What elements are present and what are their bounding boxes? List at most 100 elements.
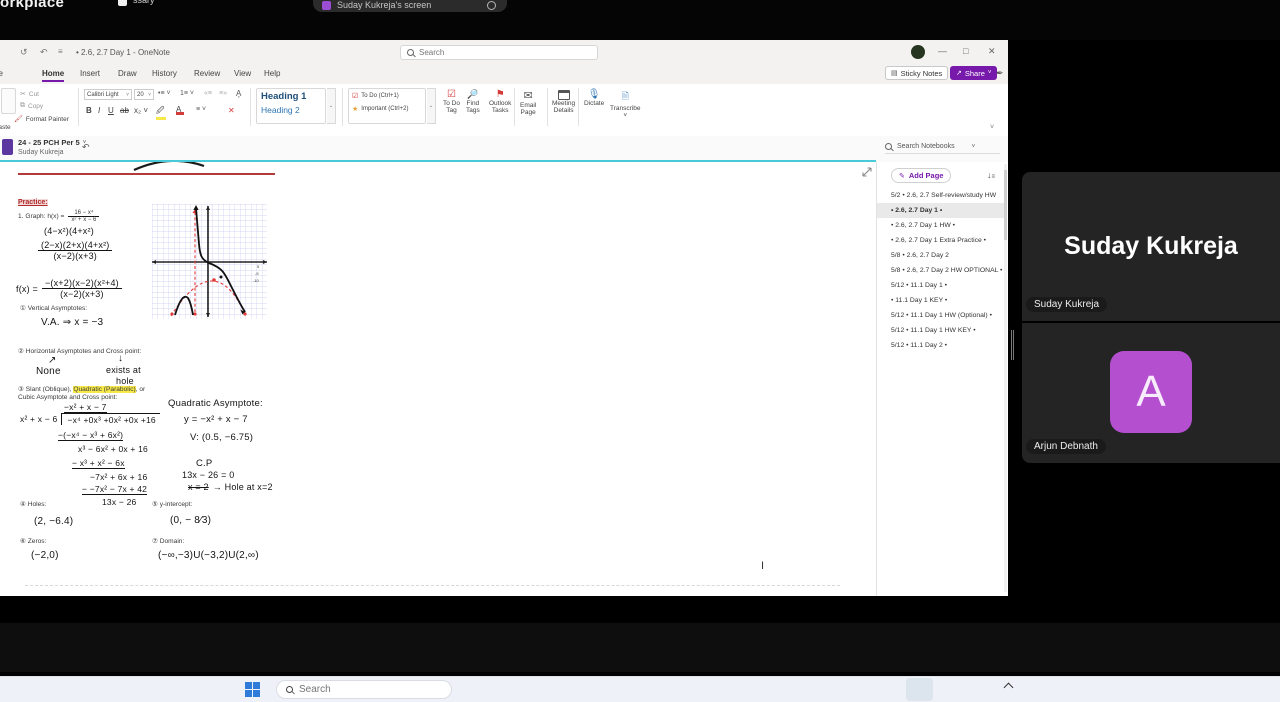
- undo-icon[interactable]: ↶: [40, 47, 48, 58]
- notebook-selector[interactable]: 24 - 25 PCH Per 5 ˅: [18, 138, 86, 147]
- page-canvas[interactable]: Practice: 1. Graph: h(x) = 16 − x⁴ x² + …: [0, 162, 876, 596]
- page-list-item[interactable]: 5/12 • 11.1 Day 1 •: [877, 278, 1005, 293]
- dictate-mic-icon: 🎙: [587, 89, 601, 100]
- font-color-button[interactable]: A: [176, 105, 184, 115]
- search-notebooks[interactable]: Search Notebooks ˅: [885, 140, 1000, 154]
- delete-button[interactable]: ✕: [228, 106, 235, 115]
- font-family-select[interactable]: Calibri Light ˅: [84, 89, 132, 100]
- pages-scrollbar[interactable]: [1004, 164, 1007, 592]
- menu-help[interactable]: Help: [264, 69, 280, 78]
- page-list-item[interactable]: 5/8 • 2.6, 2.7 Day 2: [877, 248, 1005, 263]
- strikethrough-button[interactable]: ab: [120, 106, 129, 115]
- tag-important[interactable]: ★ Important (Ctrl+2): [349, 100, 425, 113]
- styles-gallery[interactable]: Heading 1 Heading 2: [256, 88, 326, 124]
- page-list-item[interactable]: 5/12 • 11.1 Day 1 HW KEY •: [877, 323, 1005, 338]
- menu-review[interactable]: Review: [194, 69, 220, 78]
- maximize-button[interactable]: □: [963, 46, 968, 56]
- participants-panel: Suday Kukreja Suday Kukreja A Arjun Debn…: [1010, 40, 1280, 622]
- sort-pages-icon[interactable]: ↓≡: [987, 170, 995, 180]
- subscript-button[interactable]: x₂ ˅: [134, 106, 148, 115]
- find-tags-button[interactable]: 🔎 Find Tags: [466, 89, 480, 114]
- notebook-icon: [2, 139, 13, 155]
- menu-icon[interactable]: ≡: [58, 47, 63, 56]
- menu-insert[interactable]: Insert: [80, 69, 100, 78]
- important-star-icon: ★: [352, 106, 359, 113]
- font-size-select[interactable]: 20 ˅: [134, 89, 154, 100]
- menu-view[interactable]: View: [234, 69, 251, 78]
- search-input[interactable]: [419, 48, 569, 57]
- page-list-item[interactable]: • 11.1 Day 1 KEY •: [877, 293, 1005, 308]
- tray-chevron-icon[interactable]: [1003, 682, 1014, 693]
- bullets-button[interactable]: •≡ ˅: [158, 90, 171, 97]
- page-list-item[interactable]: 5/12 • 11.1 Day 2 •: [877, 338, 1005, 353]
- section-7-header: ⑦ Domain:: [152, 538, 185, 545]
- panel-resize-handle[interactable]: [1011, 330, 1014, 360]
- menu-home[interactable]: Home: [42, 69, 65, 82]
- indent-button[interactable]: ≡»: [219, 90, 227, 97]
- expand-page-icon[interactable]: [862, 167, 872, 177]
- sticky-notes-button[interactable]: ▤ Sticky Notes: [885, 66, 949, 80]
- page-list-item[interactable]: 5/12 • 11.1 Day 1 HW (Optional) •: [877, 308, 1005, 323]
- zoom-app-active-highlight[interactable]: [906, 678, 933, 701]
- start-button[interactable]: [245, 682, 260, 697]
- page-list-item[interactable]: • 2.6, 2.7 Day 1 HW •: [877, 218, 1005, 233]
- page-list-item-selected[interactable]: • 2.6, 2.7 Day 1 •: [877, 203, 1005, 218]
- transcribe-button[interactable]: 🗎 Transcribe ˅: [610, 89, 640, 119]
- zeros-answer: (−2,0): [31, 550, 59, 561]
- tab-title[interactable]: ssary: [133, 0, 155, 5]
- account-avatar[interactable]: [911, 45, 925, 59]
- minimize-button[interactable]: —: [938, 46, 947, 56]
- email-page-button[interactable]: ✉ Email Page: [520, 89, 536, 116]
- tab-icon[interactable]: [118, 0, 127, 6]
- bold-button[interactable]: B: [86, 106, 92, 115]
- viewing-screen-banner[interactable]: Suday Kukreja's screen: [313, 0, 507, 12]
- outlook-tasks-button[interactable]: ⚑ Outlook Tasks: [489, 89, 511, 114]
- titlebar-search[interactable]: [400, 45, 598, 60]
- heading1-style[interactable]: Heading 1: [257, 89, 325, 102]
- pages-panel: ✎ Add Page ↓≡ 5/2 • 2.6, 2.7 Self-review…: [876, 162, 1008, 596]
- todo-tag-button[interactable]: ☑ To Do Tag: [443, 89, 460, 114]
- clear-formatting-button[interactable]: Ḁ: [236, 89, 241, 98]
- ribbon-collapse-icon[interactable]: ˅: [990, 124, 994, 131]
- feedback-pen-icon[interactable]: ✒: [996, 68, 1004, 79]
- align-button[interactable]: ≡ ˅: [196, 106, 206, 113]
- work-line-2: (2−x)(2+x)(4+x²) (x−2)(x+3): [38, 240, 113, 261]
- format-painter-button[interactable]: 🖌 Format Painter: [14, 115, 69, 124]
- video-tile-participant[interactable]: A Arjun Debnath: [1022, 323, 1280, 463]
- italic-button[interactable]: I: [98, 106, 100, 115]
- numbering-button[interactable]: 1≡ ˅: [180, 90, 194, 97]
- share-button[interactable]: ↗ Share ˅: [950, 66, 998, 80]
- close-button[interactable]: ✕: [988, 46, 996, 57]
- timer-icon[interactable]: [487, 1, 496, 10]
- styles-scroll[interactable]: ⌄: [327, 88, 336, 124]
- heading2-style[interactable]: Heading 2: [257, 102, 325, 115]
- highlight-button[interactable]: 🖉: [156, 105, 166, 120]
- email-icon: ✉: [523, 90, 533, 102]
- page-list-item[interactable]: • 2.6, 2.7 Day 1 Extra Practice •: [877, 233, 1005, 248]
- paste-button[interactable]: [1, 88, 16, 114]
- outdent-button[interactable]: «≡: [204, 90, 212, 97]
- menu-file[interactable]: File: [0, 69, 10, 78]
- taskbar-search[interactable]: [276, 680, 452, 699]
- underline-button[interactable]: U: [108, 106, 114, 115]
- add-page-button[interactable]: ✎ Add Page: [891, 168, 952, 183]
- sync-icon[interactable]: ↺: [20, 47, 28, 58]
- video-tile-speaker[interactable]: Suday Kukreja Suday Kukreja: [1022, 172, 1280, 321]
- taskbar-search-input[interactable]: [299, 684, 419, 695]
- tag-todo[interactable]: ☑ To Do (Ctrl+1): [349, 89, 425, 100]
- meeting-details-button[interactable]: Meeting Details: [552, 90, 575, 114]
- tags-scroll[interactable]: ⌄: [427, 88, 436, 124]
- page-list-item[interactable]: 5/8 • 2.6, 2.7 Day 2 HW OPTIONAL •: [877, 263, 1005, 278]
- sticky-notes-icon: ▤: [891, 70, 898, 77]
- dictate-button[interactable]: 🎙 Dictate: [584, 89, 604, 107]
- zoom-toolbar: Audio Video 2 Participants Chat: [0, 622, 1280, 672]
- cut-button[interactable]: ✂ Cut: [20, 90, 39, 99]
- notebook-undo-icon[interactable]: ↶: [82, 142, 90, 153]
- copy-button[interactable]: ⧉ Copy: [20, 102, 43, 110]
- menu-history[interactable]: History: [152, 69, 177, 78]
- menu-draw[interactable]: Draw: [118, 69, 137, 78]
- page-list-item[interactable]: 5/2 • 2.6, 2.7 Self-review/study HW: [877, 188, 1005, 203]
- pages-list: 5/2 • 2.6, 2.7 Self-review/study HW • 2.…: [877, 188, 1005, 353]
- window-title: • 2.6, 2.7 Day 1 - OneNote: [76, 48, 170, 57]
- division-row-4: −7x² + 6x + 16: [90, 472, 148, 482]
